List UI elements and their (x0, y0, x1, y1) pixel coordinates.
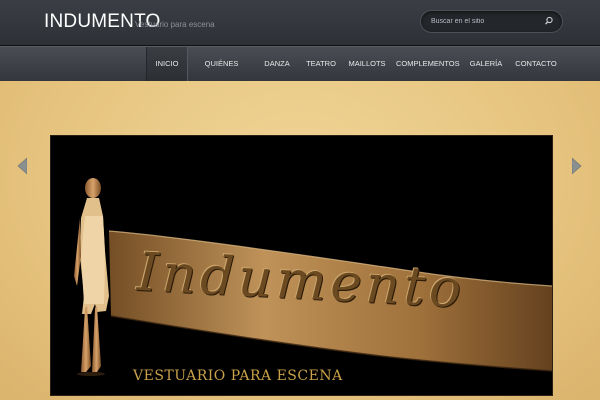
main-nav: INICIO QUIÉNES SOMOS DANZA TEATRO MAILLO… (0, 46, 600, 102)
search-box (420, 10, 563, 33)
nav-item-galeria[interactable]: GALERÍA (465, 47, 507, 81)
nav-item-maillots[interactable]: MAILLOTS (346, 47, 388, 81)
nav-item-danza[interactable]: DANZA (258, 47, 296, 81)
site-subtitle: Vestuario para escena (135, 20, 215, 29)
nav-item-contacto[interactable]: CONTACTO (513, 47, 559, 81)
slide-caption: VESTUARIO PARA ESCENA (133, 368, 343, 384)
nav-item-inicio[interactable]: INICIO (146, 47, 188, 81)
search-input[interactable] (431, 14, 541, 28)
nav-item-complementos[interactable]: COMPLEMENTOS (396, 47, 460, 81)
search-icon[interactable] (544, 16, 554, 26)
nav-item-teatro[interactable]: TEATRO (302, 47, 340, 81)
site-header: INDUMENTO Vestuario para escena (0, 0, 600, 46)
arrow-left-icon[interactable] (17, 157, 27, 175)
arrow-right-icon[interactable] (572, 157, 582, 175)
page: INDUMENTO Vestuario para escena INICIO Q… (0, 0, 600, 400)
hero-slide[interactable]: Indumento VESTUARIO PARA ESCENA (50, 135, 553, 396)
nav-item-quienes-somos[interactable]: QUIÉNES SOMOS (190, 47, 253, 102)
